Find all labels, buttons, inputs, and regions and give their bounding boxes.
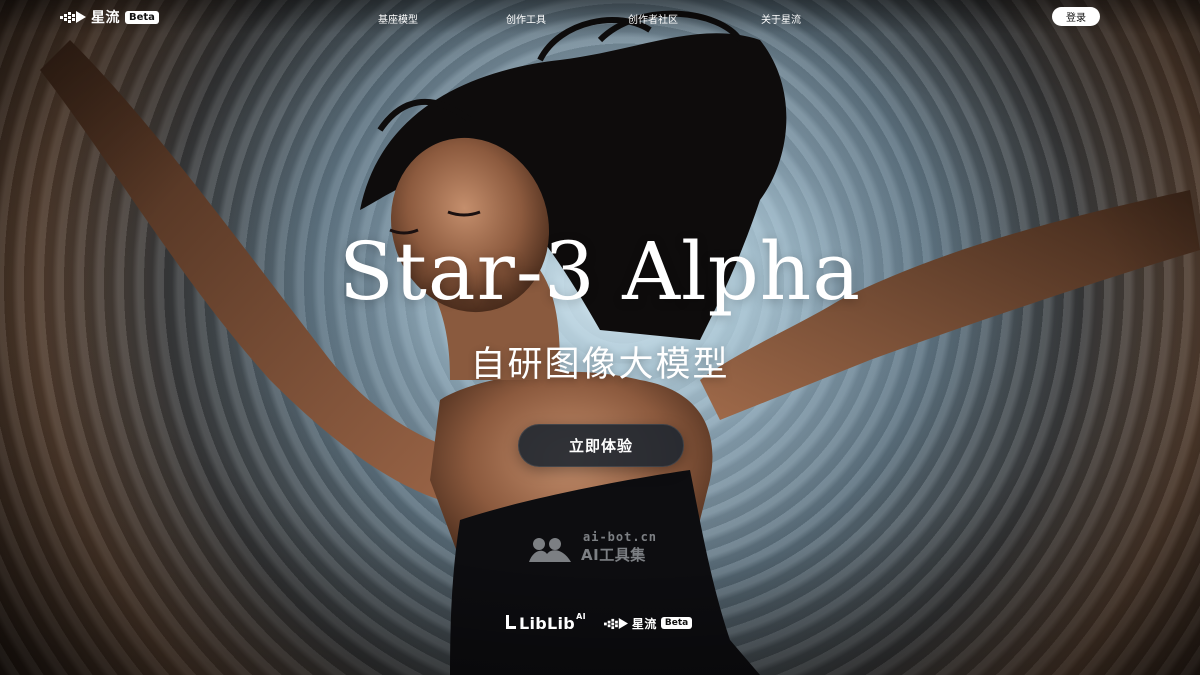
watermark-name: AI工具集 xyxy=(581,546,646,564)
top-navigation-bar: 星流 Beta 基座模型 创作工具 创作者社区 关于星流 登录 xyxy=(0,0,1200,34)
liblib-ai-logo[interactable]: LibLib AI xyxy=(505,611,586,633)
ai-bot-logo-icon xyxy=(529,538,571,562)
hero-vignette xyxy=(0,0,1200,675)
nav-item-about[interactable]: 关于星流 xyxy=(761,11,801,26)
brand-logo[interactable]: 星流 Beta xyxy=(60,8,159,26)
liblib-mark-icon xyxy=(506,614,516,629)
liblib-logo-text: LibLib xyxy=(519,613,576,633)
footer-beta-badge: Beta xyxy=(660,617,693,629)
watermark-domain: ai-bot.cn xyxy=(583,530,658,544)
pixel-star-logo-icon xyxy=(60,11,86,23)
watermark: ai-bot.cn AI工具集 xyxy=(527,530,677,564)
partner-logos: LibLib AI 星流 Beta xyxy=(505,611,693,634)
beta-badge: Beta xyxy=(125,10,159,24)
nav-item-base-models[interactable]: 基座模型 xyxy=(378,11,418,26)
liblib-logo-suffix: AI xyxy=(576,611,586,621)
hero-title: Star-3 Alpha xyxy=(338,225,862,318)
try-now-button[interactable]: 立即体验 xyxy=(518,424,684,467)
pixel-star-logo-icon xyxy=(603,617,628,629)
footer-brand-name: 星流 xyxy=(631,616,657,631)
footer-brand-logo[interactable]: 星流 Beta xyxy=(603,615,693,632)
hero-subtitle: 自研图像大模型 xyxy=(470,345,730,385)
brand-name: 星流 xyxy=(91,10,120,26)
login-button[interactable]: 登录 xyxy=(1052,7,1100,26)
nav-item-creator-community[interactable]: 创作者社区 xyxy=(628,11,678,26)
nav-item-creation-tools[interactable]: 创作工具 xyxy=(506,11,546,26)
